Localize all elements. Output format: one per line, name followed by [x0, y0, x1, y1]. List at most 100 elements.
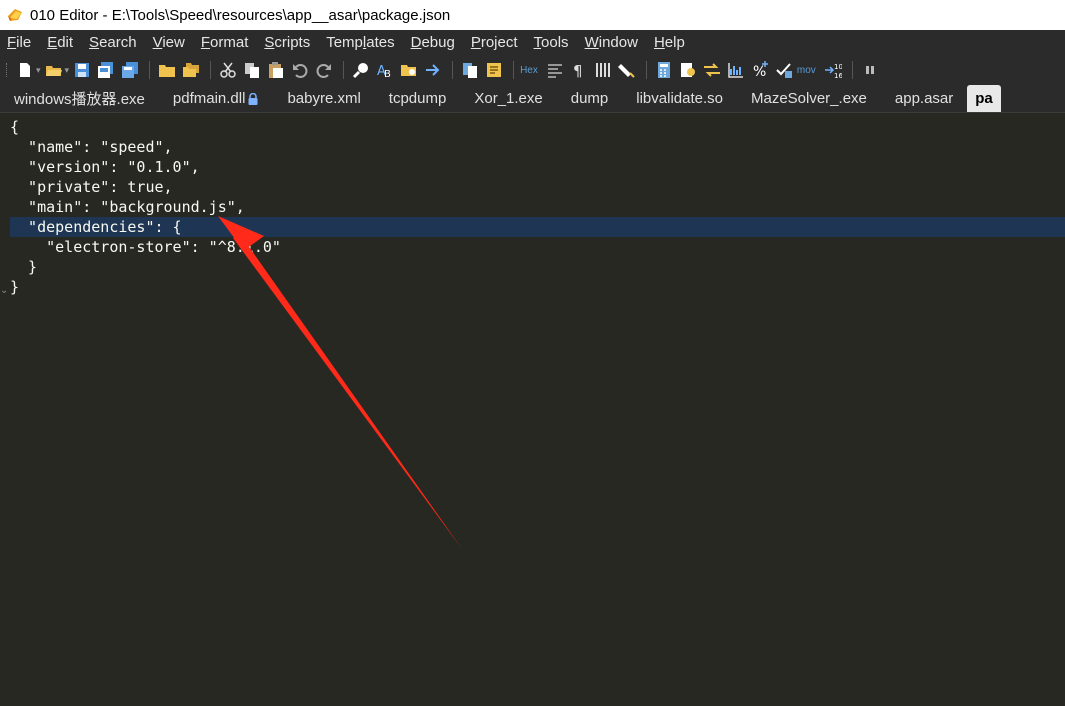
histogram-icon — [728, 63, 743, 78]
code-line[interactable]: "version": "0.1.0", — [10, 157, 200, 177]
folders-icon — [183, 63, 200, 77]
file-tab-label: pdfmain.dll — [172, 90, 246, 107]
paste-button[interactable] — [265, 59, 287, 81]
redo-button[interactable] — [313, 59, 335, 81]
open-folder-button[interactable] — [156, 59, 178, 81]
title-bar: 010 Editor - E:\Tools\Speed\resources\ap… — [0, 0, 1065, 30]
undo-button[interactable] — [289, 59, 311, 81]
menu-item-format[interactable]: Format — [201, 34, 249, 51]
save-as-icon — [98, 62, 114, 78]
lock-icon — [248, 92, 258, 105]
menu-item-help[interactable]: Help — [654, 34, 685, 51]
code-line[interactable]: "electron-store": "^8.1.0" — [10, 237, 281, 257]
calculator-button[interactable] — [653, 59, 675, 81]
arrow-right-icon — [426, 64, 440, 76]
file-tab[interactable]: MazeSolver_.exe — [737, 85, 881, 112]
swap-button[interactable] — [701, 59, 723, 81]
mov-button[interactable]: mov — [797, 65, 816, 76]
open-multiple-button[interactable] — [180, 59, 202, 81]
show-whitespace-button[interactable]: ¶ — [568, 59, 590, 81]
file-tab[interactable]: dump — [557, 85, 623, 112]
file-tab[interactable]: tcpdump — [375, 85, 461, 112]
toolbar-grip[interactable] — [6, 63, 8, 77]
menu-item-templates[interactable]: Templates — [326, 34, 394, 51]
menu-item-view[interactable]: View — [153, 34, 185, 51]
open-file-button[interactable] — [43, 59, 65, 81]
histogram-button[interactable] — [725, 59, 747, 81]
file-tab[interactable]: libvalidate.so — [622, 85, 737, 112]
new-file-icon — [20, 63, 30, 77]
highlight-button[interactable] — [616, 59, 638, 81]
code-line[interactable]: { — [10, 117, 19, 137]
replace-button[interactable]: AB — [374, 59, 396, 81]
toolbar: ▾ ▾ AB Hex ¶ % mov 10 16 — [0, 55, 1065, 85]
file-tab[interactable]: babyre.xml — [273, 85, 374, 112]
base-convert-button[interactable]: 10 16 — [822, 59, 844, 81]
code-line[interactable]: "private": true, — [10, 177, 173, 197]
toolbar-separator — [452, 61, 454, 79]
file-tab-label: libvalidate.so — [636, 90, 723, 107]
cut-button[interactable] — [217, 59, 239, 81]
menu-item-tools[interactable]: Tools — [534, 34, 569, 51]
toolbar-separator — [513, 61, 515, 79]
calculator-icon — [657, 62, 670, 78]
hex-mode-button[interactable]: Hex — [520, 65, 538, 76]
menu-item-edit[interactable]: Edit — [47, 34, 73, 51]
svg-text:¶: ¶ — [573, 62, 583, 79]
menu-bar: File Edit Search View Format Scripts Templates… — [0, 30, 1065, 55]
pause-icon — [865, 66, 874, 74]
code-line[interactable]: } — [10, 277, 19, 297]
copy-button[interactable] — [241, 59, 263, 81]
save-as-button[interactable] — [95, 59, 117, 81]
template-icon — [487, 63, 502, 77]
goto-button[interactable] — [422, 59, 444, 81]
pilcrow-icon: ¶ — [573, 62, 583, 79]
template-button[interactable] — [483, 59, 505, 81]
menu-item-window[interactable]: Window — [585, 34, 638, 51]
code-line[interactable]: "name": "speed", — [10, 137, 173, 157]
code-line[interactable]: "main": "background.js", — [10, 197, 245, 217]
toolbar-separator — [851, 61, 853, 79]
replace-icon: AB — [377, 64, 391, 79]
chevron-down-icon[interactable]: ▾ — [36, 65, 41, 76]
chevron-down-icon[interactable]: ▾ — [65, 65, 70, 76]
inspector-button[interactable] — [677, 59, 699, 81]
code-line[interactable]: } — [10, 257, 37, 277]
new-file-button[interactable] — [14, 59, 36, 81]
file-tab[interactable]: pa — [967, 85, 1001, 112]
text-editor[interactable]: { "name": "speed", "version": "0.1.0", "… — [0, 113, 1065, 706]
file-tab-label: pa — [975, 90, 993, 107]
menu-item-scripts[interactable]: Scripts — [264, 34, 310, 51]
code-line[interactable]: "dependencies": { — [10, 217, 182, 237]
base-convert-icon: 1016 — [824, 63, 842, 79]
find-button[interactable] — [350, 59, 372, 81]
fold-marker-icon[interactable] — [0, 117, 8, 137]
inspector-icon — [680, 63, 695, 77]
file-tab[interactable]: windows播放器.exe — [0, 85, 159, 112]
menu-item-debug[interactable]: Debug — [411, 34, 455, 51]
toolbar-overflow-button[interactable] — [859, 59, 881, 81]
save-icon — [75, 63, 90, 77]
word-wrap-button[interactable] — [544, 59, 566, 81]
columns-button[interactable] — [592, 59, 614, 81]
file-tab[interactable]: Xor_1.exe — [460, 85, 556, 112]
menu-item-search[interactable]: Search — [89, 34, 137, 51]
menu-item-project[interactable]: Project — [471, 34, 518, 51]
checksum-button[interactable] — [773, 59, 795, 81]
copy-icon — [245, 63, 260, 78]
find-in-files-button[interactable] — [398, 59, 420, 81]
svg-text:16: 16 — [834, 72, 842, 79]
compare-button[interactable] — [459, 59, 481, 81]
fold-marker-icon[interactable]: ⌄ — [0, 281, 8, 301]
save-all-button[interactable] — [119, 59, 141, 81]
window-title: 010 Editor - E:\Tools\Speed\resources\ap… — [30, 6, 451, 24]
file-tab[interactable]: pdfmain.dll — [159, 85, 274, 112]
file-tab[interactable]: app.asar — [881, 85, 967, 112]
paste-icon — [269, 62, 284, 78]
save-button[interactable] — [71, 59, 93, 81]
folder-open-icon — [45, 66, 62, 76]
scissors-icon — [220, 62, 236, 78]
menu-item-file[interactable]: File — [7, 34, 31, 51]
highlighter-icon — [617, 64, 635, 78]
percent-button[interactable]: % — [749, 59, 771, 81]
